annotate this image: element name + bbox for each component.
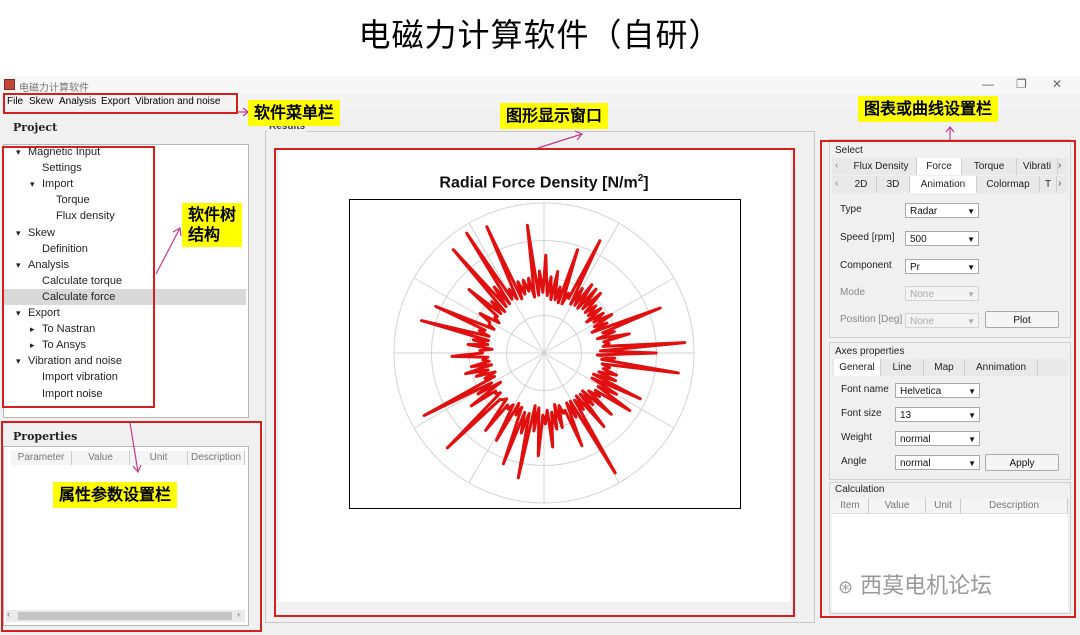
callout-tree-line1: 软件树 <box>188 205 237 224</box>
wechat-icon: ⊛ <box>838 577 854 598</box>
watermark-text: 西莫电机论坛 <box>860 574 993 599</box>
callout-settings: 图表或曲线设置栏 <box>858 96 999 122</box>
callout-properties: 属性参数设置栏 <box>53 482 178 508</box>
callout-tree: 软件树 结构 <box>182 203 243 247</box>
callout-tree-line2: 结构 <box>188 225 221 244</box>
callout-menu: 软件菜单栏 <box>248 100 341 126</box>
callout-plot-window: 图形显示窗口 <box>500 103 609 129</box>
watermark: ⊛ 西莫电机论坛 <box>838 568 992 600</box>
